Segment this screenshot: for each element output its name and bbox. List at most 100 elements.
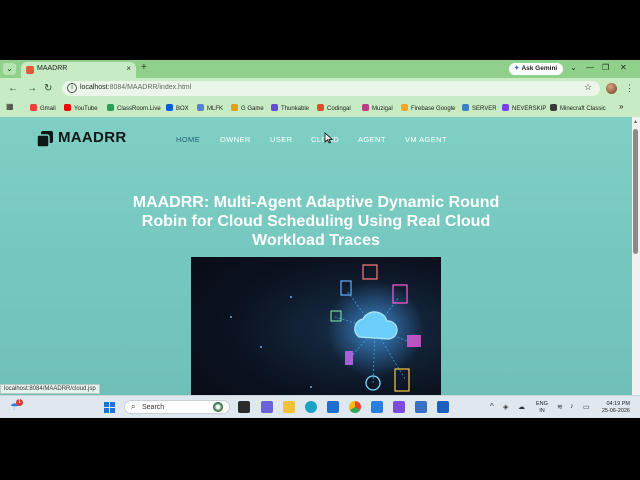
back-icon[interactable]: ← bbox=[8, 83, 18, 94]
bookmark-item[interactable]: Codingal bbox=[317, 104, 351, 112]
bookmark-item[interactable]: MLFK bbox=[197, 104, 223, 112]
store-icon[interactable] bbox=[327, 401, 339, 413]
edge-icon[interactable] bbox=[305, 401, 317, 413]
bookmark-minecraft-icon bbox=[550, 104, 557, 111]
mouse-cursor-icon bbox=[324, 132, 333, 144]
battery-icon[interactable]: ▭ bbox=[583, 403, 590, 411]
bookmark-item[interactable]: YouTube bbox=[64, 104, 98, 112]
start-button[interactable] bbox=[104, 402, 115, 413]
clock-time: 04:19 PM bbox=[606, 401, 630, 407]
bookmark-label: Firebase Google bbox=[411, 106, 456, 112]
tab-search-button[interactable]: ⌄ bbox=[3, 63, 16, 75]
page-scrollbar[interactable]: ▲ bbox=[632, 117, 640, 418]
bookmark-item[interactable]: G Game bbox=[231, 104, 264, 112]
taskbar-search[interactable]: ⌕ Search bbox=[124, 400, 230, 414]
windows-taskbar: ☂ 1 ⌕ Search ^ ◈ ☁ ENG IN ≋ ♪ ▭ 04:19 PM 2… bbox=[0, 395, 640, 418]
tab-list-icon[interactable]: ⌄ bbox=[570, 63, 577, 72]
security-icon[interactable] bbox=[415, 401, 427, 413]
more-bookmarks-icon[interactable]: » bbox=[619, 102, 623, 111]
bookmark-label: MLFK bbox=[207, 106, 224, 112]
visual-studio-icon[interactable] bbox=[393, 401, 405, 413]
maximize-button[interactable]: ❐ bbox=[602, 63, 609, 72]
tray-chevron-icon[interactable]: ^ bbox=[490, 402, 494, 411]
bookmark-item[interactable]: NEVERSKIP bbox=[502, 104, 546, 112]
tab-strip: ⌄ MAADRR × + ✦ Ask Gemini ⌄ — ❐ ✕ bbox=[0, 60, 640, 78]
bookmark-classroom-icon bbox=[107, 104, 114, 111]
logo-icon bbox=[37, 131, 53, 147]
web-page: MAADRR HOME OWNER USER CLOUD AGENT VM AG… bbox=[0, 117, 632, 418]
forward-icon[interactable]: → bbox=[27, 83, 37, 94]
bookmark-label: Codingal bbox=[327, 106, 351, 112]
bookmark-neverskip-icon bbox=[502, 104, 509, 111]
tab-title: MAADRR bbox=[37, 65, 68, 72]
file-explorer-icon[interactable] bbox=[283, 401, 295, 413]
bookmark-muzigal-icon bbox=[362, 104, 369, 111]
bookmark-label: G Game bbox=[241, 106, 264, 112]
scrollbar-thumb[interactable] bbox=[633, 129, 638, 254]
bookmark-item[interactable]: BOX bbox=[166, 104, 189, 112]
task-view-icon[interactable] bbox=[238, 401, 250, 413]
bookmark-label: Thunkable bbox=[281, 106, 310, 112]
tray-cloud-icon[interactable]: ☁ bbox=[518, 403, 525, 411]
bookmark-item[interactable]: Firebase Google bbox=[401, 104, 455, 112]
browser-toolbar: ← → ↻ i localhost:8084/MAADRR/index.html… bbox=[0, 78, 640, 100]
close-window-button[interactable]: ✕ bbox=[620, 63, 627, 72]
teams-icon[interactable] bbox=[261, 401, 273, 413]
nav-owner[interactable]: OWNER bbox=[220, 135, 251, 144]
lang-region: IN bbox=[539, 408, 545, 414]
minimize-button[interactable]: — bbox=[586, 63, 594, 72]
bookmark-label: ClassRoom.Live bbox=[117, 106, 161, 112]
chrome-icon[interactable] bbox=[349, 401, 361, 413]
bookmark-item[interactable]: Muzigal bbox=[362, 104, 393, 112]
photos-icon[interactable] bbox=[371, 401, 383, 413]
bookmark-server-icon bbox=[462, 104, 469, 111]
page-headline: MAADRR: Multi-Agent Adaptive Dynamic Rou… bbox=[132, 194, 500, 249]
search-icon: ⌕ bbox=[131, 402, 136, 411]
system-clock[interactable]: 04:19 PM 25-06-2026 bbox=[598, 401, 630, 415]
nav-agent[interactable]: AGENT bbox=[358, 135, 386, 144]
bookmark-item[interactable]: Thunkable bbox=[271, 104, 309, 112]
bookmark-star-icon[interactable]: ☆ bbox=[584, 82, 592, 93]
lang-code: ENG bbox=[536, 401, 548, 407]
browser-tab[interactable]: MAADRR × bbox=[21, 62, 136, 78]
bookmark-item[interactable]: Minecraft Classic bbox=[550, 104, 606, 112]
cloud-network-illustration bbox=[230, 264, 423, 392]
bookmark-box-icon bbox=[166, 104, 173, 111]
hero-image bbox=[191, 257, 441, 418]
bookmark-label: YouTube bbox=[74, 106, 98, 112]
notepad-icon[interactable] bbox=[437, 401, 449, 413]
ask-gemini-button[interactable]: ✦ Ask Gemini bbox=[509, 63, 563, 75]
language-indicator[interactable]: ENG IN bbox=[536, 401, 548, 415]
site-info-icon[interactable]: i bbox=[67, 83, 77, 93]
site-logo-text[interactable]: MAADRR bbox=[58, 129, 126, 146]
favicon-icon bbox=[26, 66, 34, 74]
apps-grid-icon[interactable]: ▦ bbox=[6, 102, 14, 111]
address-bar[interactable]: i localhost:8084/MAADRR/index.html ☆ bbox=[62, 81, 600, 96]
bookmark-mlfk-icon bbox=[197, 104, 204, 111]
search-highlight-icon bbox=[213, 402, 223, 412]
wifi-icon[interactable]: ≋ bbox=[557, 403, 563, 411]
nav-vm-agent[interactable]: VM AGENT bbox=[405, 135, 447, 144]
url-text[interactable]: localhost:8084/MAADRR/index.html bbox=[80, 84, 191, 91]
profile-avatar[interactable] bbox=[606, 83, 617, 94]
tab-close-icon[interactable]: × bbox=[126, 64, 131, 73]
volume-icon[interactable]: ♪ bbox=[570, 403, 574, 410]
bookmark-label: Muzigal bbox=[372, 106, 393, 112]
bookmark-label: Gmail bbox=[40, 106, 56, 112]
tray-app-icon[interactable]: ◈ bbox=[503, 403, 508, 411]
bookmark-youtube-icon bbox=[64, 104, 71, 111]
browser-menu-icon[interactable]: ⋮ bbox=[625, 83, 634, 94]
scroll-up-icon[interactable]: ▲ bbox=[633, 119, 638, 125]
gemini-icon: ✦ bbox=[514, 65, 520, 72]
search-placeholder: Search bbox=[142, 404, 165, 411]
desktop-screen: ⌄ MAADRR × + ✦ Ask Gemini ⌄ — ❐ ✕ ← → ↻ i… bbox=[0, 60, 640, 418]
nav-user[interactable]: USER bbox=[270, 135, 292, 144]
notification-badge: 1 bbox=[16, 399, 23, 406]
bookmark-item[interactable]: SERVER bbox=[462, 104, 497, 112]
bookmark-item[interactable]: ClassRoom.Live bbox=[107, 104, 161, 112]
nav-home[interactable]: HOME bbox=[176, 135, 200, 144]
new-tab-button[interactable]: + bbox=[141, 62, 147, 73]
bookmark-item[interactable]: Gmail bbox=[30, 104, 56, 112]
reload-icon[interactable]: ↻ bbox=[44, 83, 52, 94]
url-path: :8084/MAADRR/index.html bbox=[107, 84, 192, 91]
